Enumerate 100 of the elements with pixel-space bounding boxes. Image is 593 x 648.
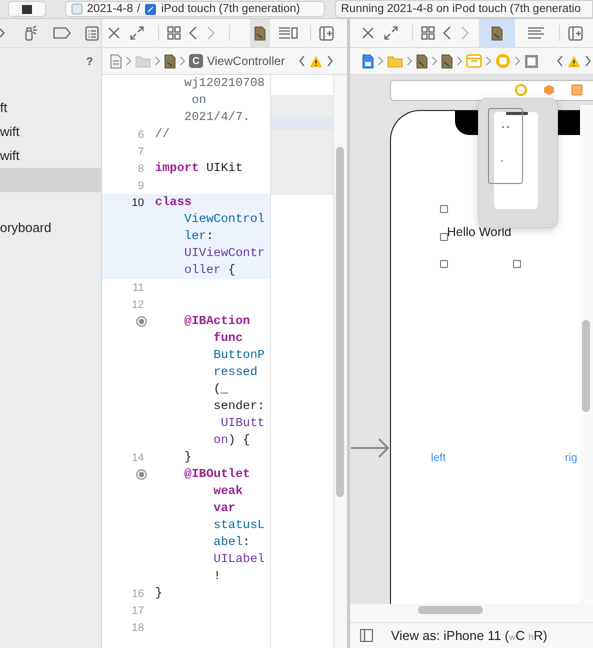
chevron-icon[interactable]	[407, 56, 412, 66]
file-row[interactable]: oryboard	[0, 216, 101, 240]
spray-icon[interactable]	[23, 25, 39, 41]
chevron-icon[interactable]	[155, 56, 160, 66]
connection-icon[interactable]	[136, 316, 147, 327]
code-line: @IBAction	[183, 314, 250, 328]
grid-icon[interactable]	[167, 26, 181, 40]
chevron-icon[interactable]	[126, 56, 131, 66]
line-number: 14	[132, 452, 144, 464]
document-icon[interactable]	[164, 54, 176, 68]
scheme-name: 2021-4-8	[87, 3, 134, 15]
code-line: UIViewContr	[184, 246, 265, 260]
code-line: import UIKit	[155, 161, 243, 175]
resize-handle[interactable]	[513, 260, 521, 268]
breadcrumb-item[interactable]: ViewController	[207, 54, 285, 68]
text-label[interactable]: Hello World	[447, 225, 512, 239]
code-line: class	[155, 195, 192, 209]
code-line: }	[183, 450, 192, 464]
code-line: statusL	[214, 518, 265, 532]
code-line: @IBOutlet	[183, 467, 250, 481]
chevron-icon[interactable]	[378, 56, 383, 66]
lines-icon[interactable]	[278, 26, 298, 40]
line-number: 7	[138, 146, 144, 158]
line-number: 16	[132, 588, 144, 600]
code-line: var	[214, 501, 236, 515]
line-number: 17	[132, 604, 144, 616]
back-icon[interactable]	[298, 55, 305, 67]
chevron-icon[interactable]	[180, 56, 185, 66]
editor-mode-button[interactable]	[479, 19, 515, 47]
scrollbar-thumb[interactable]	[582, 320, 590, 412]
close-icon[interactable]	[108, 27, 120, 39]
line-number: 11	[132, 282, 144, 294]
document-icon[interactable]	[254, 26, 266, 40]
code-line: ler:	[184, 229, 214, 243]
help-mark[interactable]: ?	[86, 56, 93, 68]
file-row[interactable]: wift	[0, 120, 101, 144]
resize-handle[interactable]	[440, 260, 448, 268]
path-separator: /	[137, 3, 140, 15]
line-number: 8	[138, 162, 144, 174]
code-line: abel:	[214, 535, 250, 549]
scheme-selector[interactable]: 2021-4-8 / iPod touch (7th generation)	[65, 1, 325, 17]
list-icon[interactable]	[85, 26, 99, 40]
line-number: 18	[132, 622, 144, 634]
file-row[interactable]: ft	[0, 96, 101, 120]
code-line: on	[190, 93, 206, 107]
back-icon[interactable]	[443, 26, 451, 40]
storyboard-icon[interactable]	[362, 54, 374, 68]
lines-icon[interactable]	[527, 27, 545, 39]
chevron-icon[interactable]	[515, 56, 520, 66]
code-line: on) {	[214, 433, 250, 447]
warning-icon[interactable]	[567, 54, 581, 68]
class-icon: C	[189, 54, 203, 68]
add-editor-icon[interactable]	[319, 26, 334, 40]
chevron-icon[interactable]	[432, 56, 437, 66]
line-number: 6	[138, 128, 144, 140]
resize-handle[interactable]	[440, 205, 448, 213]
stop-button[interactable]	[8, 1, 46, 17]
file-row[interactable]: wift	[0, 144, 101, 168]
line-number: 12	[132, 298, 144, 310]
line-number: 9	[138, 180, 144, 192]
scrollbar-thumb[interactable]	[336, 147, 344, 497]
back-icon[interactable]	[557, 55, 563, 67]
warning-icon[interactable]	[308, 54, 323, 68]
code-line: ressed	[214, 365, 258, 379]
code-line: sender:	[214, 399, 265, 413]
expand-icon[interactable]	[384, 26, 398, 40]
forward-icon[interactable]	[585, 55, 591, 67]
resize-handle[interactable]	[440, 233, 448, 241]
code-line: (_	[214, 382, 228, 396]
minimap-drawing[interactable]	[478, 98, 558, 228]
app-icon	[71, 3, 83, 15]
code-line: oller {	[184, 263, 236, 277]
tag-icon[interactable]	[53, 27, 71, 39]
document-icon[interactable]	[416, 54, 428, 68]
code-line: wj120210708	[184, 76, 265, 90]
close-icon[interactable]	[362, 27, 374, 39]
connection-icon[interactable]	[136, 469, 147, 480]
forward-icon[interactable]	[326, 55, 333, 67]
expand-icon[interactable]	[130, 26, 144, 40]
chevron-icon[interactable]	[0, 28, 5, 38]
code-line: !	[214, 569, 221, 583]
chevron-icon[interactable]	[486, 56, 491, 66]
document-icon[interactable]	[491, 26, 503, 40]
chevron-icon[interactable]	[457, 56, 462, 66]
line-number: 10	[132, 196, 144, 208]
code-line: ButtonP	[214, 348, 265, 362]
code-line: UILabel	[214, 552, 265, 566]
back-icon[interactable]	[189, 26, 197, 40]
sidebar-toggle-icon[interactable]	[360, 629, 373, 642]
scrollbar-thumb[interactable]	[418, 606, 483, 614]
document-icon[interactable]	[441, 54, 453, 68]
exit-icon[interactable]	[571, 84, 583, 96]
device-icon	[144, 2, 158, 16]
view-icon[interactable]	[524, 54, 539, 68]
add-editor-icon[interactable]	[568, 26, 583, 40]
device-name: iPod touch (7th generation)	[161, 3, 300, 15]
code-line: 2021/4/7.	[184, 110, 250, 124]
grid-icon[interactable]	[421, 26, 435, 40]
entry-point-arrow	[350, 437, 390, 459]
code-line: func	[214, 331, 243, 345]
